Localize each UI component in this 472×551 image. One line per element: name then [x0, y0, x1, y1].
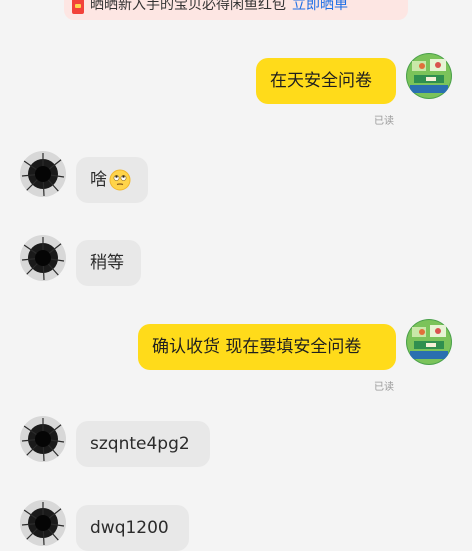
message-text: 啥 [90, 170, 107, 190]
banner-text: 晒晒新入手的宝贝必得闲鱼红包 [90, 0, 286, 13]
message-text: szqnte4pg2 [90, 434, 190, 454]
message-bubble-incoming[interactable]: 啥 [76, 157, 148, 203]
avatar-image [20, 235, 66, 281]
avatar-image [20, 500, 66, 546]
contact-avatar[interactable] [20, 416, 66, 462]
avatar-image [20, 151, 66, 197]
avatar-image [406, 53, 452, 99]
contact-avatar[interactable] [20, 500, 66, 546]
promo-banner[interactable]: 晒晒新入手的宝贝必得闲鱼红包 立即晒单 [64, 0, 408, 20]
red-envelope-icon [72, 0, 84, 14]
message-text: 在天安全问卷 [270, 71, 372, 91]
my-avatar[interactable] [406, 53, 452, 99]
read-status: 已读 [374, 382, 394, 393]
message-bubble-incoming[interactable]: dwq1200 [76, 505, 189, 551]
rolling-eyes-emoji-icon [109, 169, 131, 191]
message-text: dwq1200 [90, 518, 169, 538]
message-bubble-outgoing[interactable]: 确认收货 现在要填安全问卷 [138, 324, 396, 370]
avatar-image [20, 416, 66, 462]
read-status: 已读 [374, 116, 394, 127]
message-text: 确认收货 现在要填安全问卷 [152, 337, 362, 357]
banner-link[interactable]: 立即晒单 [292, 0, 348, 14]
message-text: 稍等 [90, 253, 124, 273]
message-bubble-incoming[interactable]: szqnte4pg2 [76, 421, 210, 467]
my-avatar[interactable] [406, 319, 452, 365]
message-bubble-incoming[interactable]: 稍等 [76, 240, 141, 286]
contact-avatar[interactable] [20, 235, 66, 281]
avatar-image [406, 319, 452, 365]
message-bubble-outgoing[interactable]: 在天安全问卷 [256, 58, 396, 104]
contact-avatar[interactable] [20, 151, 66, 197]
